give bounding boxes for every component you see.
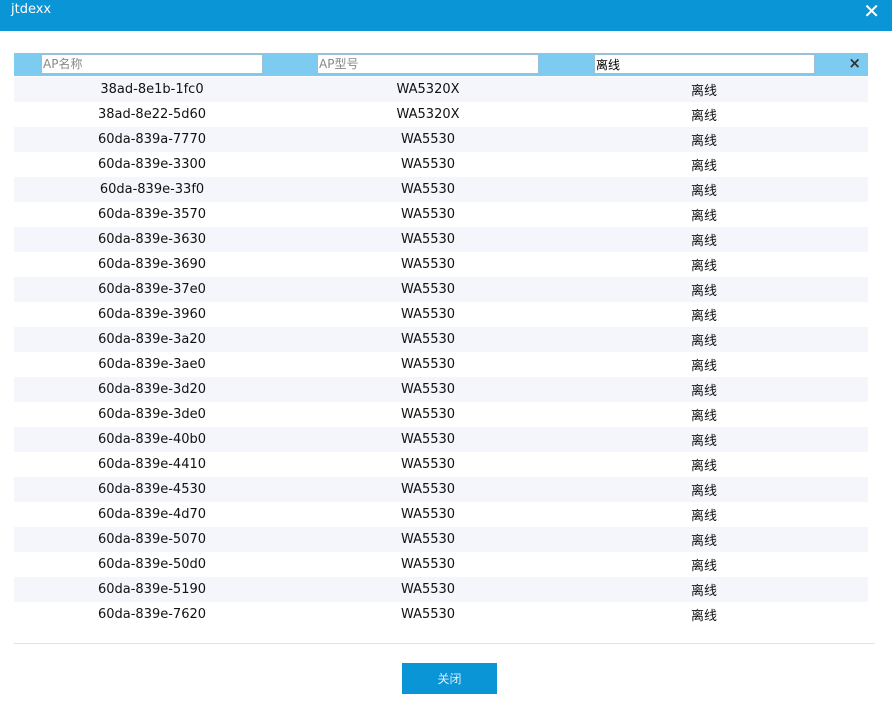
ap-name-cell: 60da-839e-3a20 (98, 332, 206, 347)
table-row[interactable]: 60da-839e-3a20 WA5530 离线 (14, 327, 868, 352)
ap-name-cell: 60da-839e-40b0 (97, 432, 207, 447)
ap-status-cell: 离线 (690, 334, 717, 349)
ap-model-cell: WA5530 (400, 257, 456, 272)
ap-status-cell: 离线 (690, 159, 717, 174)
ap-model-cell: WA5530 (400, 332, 456, 347)
table-row[interactable]: 60da-839e-3570 WA5530 离线 (14, 202, 868, 227)
ap-name-cell: 60da-839e-7620 (97, 607, 207, 622)
ap-name-cell: 60da-839e-3630 (97, 232, 207, 247)
table-row[interactable]: 60da-839e-37e0 WA5530 离线 (14, 277, 868, 302)
ap-name-cell: 60da-839e-33f0 (99, 182, 205, 197)
table-row[interactable]: 60da-839e-3690 WA5530 离线 (14, 252, 868, 277)
table-row[interactable]: 60da-839e-4d70 WA5530 离线 (14, 502, 868, 527)
window-title: jtdexx (11, 2, 52, 17)
ap-status-cell: 离线 (690, 309, 717, 324)
ap-model-cell: WA5530 (400, 532, 456, 547)
ap-model-cell: WA5320X (396, 82, 460, 97)
table-row[interactable]: 60da-839a-7770 WA5530 离线 (14, 127, 868, 152)
ap-name-cell: 60da-839e-3300 (97, 157, 207, 172)
ap-status-cell: 离线 (690, 109, 717, 124)
ap-model-cell: WA5530 (400, 157, 456, 172)
ap-model-cell: WA5530 (400, 132, 456, 147)
ap-model-cell: WA5530 (400, 282, 456, 297)
ap-model-cell: WA5530 (400, 207, 456, 222)
ap-status-cell: 离线 (690, 409, 717, 424)
ap-model-cell: WA5530 (400, 407, 456, 422)
ap-name-cell: 38ad-8e1b-1fc0 (100, 82, 204, 97)
ap-model-cell: WA5530 (400, 582, 456, 597)
ap-name-cell: 60da-839e-3d20 (97, 382, 207, 397)
ap-model-filter-input[interactable] (317, 54, 539, 74)
ap-name-cell: 60da-839e-3570 (97, 207, 207, 222)
table-row[interactable]: 60da-839e-5190 WA5530 离线 (14, 577, 868, 602)
ap-status-cell: 离线 (690, 459, 717, 474)
ap-model-cell: WA5530 (400, 482, 456, 497)
ap-name-cell: 60da-839e-5070 (97, 532, 207, 547)
ap-status-cell: 离线 (690, 384, 717, 399)
table-row[interactable]: 60da-839e-3300 WA5530 离线 (14, 152, 868, 177)
ap-status-cell: 离线 (690, 434, 717, 449)
ap-name-filter-input[interactable] (41, 54, 263, 74)
ap-status-cell: 离线 (690, 84, 717, 99)
table-row[interactable]: 60da-839e-3ae0 WA5530 离线 (14, 352, 868, 377)
ap-name-cell: 38ad-8e22-5d60 (97, 107, 207, 122)
ap-name-cell: 60da-839e-4410 (97, 457, 207, 472)
ap-model-cell: WA5530 (400, 182, 456, 197)
ap-name-cell: 60da-839e-50d0 (97, 557, 207, 572)
ap-name-cell: 60da-839e-3960 (97, 307, 207, 322)
table-row[interactable]: 60da-839e-7620 WA5530 离线 (14, 602, 868, 627)
table-row[interactable]: 60da-839e-40b0 WA5530 离线 (14, 427, 868, 452)
title-bar: jtdexx ✕ (0, 0, 892, 31)
ap-name-cell: 60da-839e-3ae0 (98, 357, 206, 372)
ap-status-cell: 离线 (690, 509, 717, 524)
ap-status-cell: 离线 (690, 259, 717, 274)
ap-name-cell: 60da-839e-4530 (97, 482, 207, 497)
table-row[interactable]: 60da-839e-3d20 WA5530 离线 (14, 377, 868, 402)
table-row[interactable]: 60da-839e-33f0 WA5530 离线 (14, 177, 868, 202)
ap-status-cell: 离线 (690, 609, 717, 624)
ap-table: 38ad-8e1b-1fc0 WA5320X 离线 38ad-8e22-5d60 WA5… (14, 77, 868, 627)
ap-model-cell: WA5530 (400, 307, 456, 322)
filter-row: × (14, 53, 868, 76)
table-row[interactable]: 60da-839e-5070 WA5530 离线 (14, 527, 868, 552)
ap-status-cell: 离线 (690, 559, 717, 574)
table-row[interactable]: 60da-839e-4530 WA5530 离线 (14, 477, 868, 502)
ap-status-cell: 离线 (690, 359, 717, 374)
ap-name-cell: 60da-839e-3de0 (98, 407, 206, 422)
close-button[interactable]: 关闭 (402, 663, 497, 694)
ap-model-cell: WA5530 (400, 557, 456, 572)
ap-status-cell: 离线 (690, 209, 717, 224)
ap-status-cell: 离线 (690, 284, 717, 299)
status-filter-input[interactable] (594, 54, 815, 74)
ap-status-cell: 离线 (690, 484, 717, 499)
table-row[interactable]: 60da-839e-3630 WA5530 离线 (14, 227, 868, 252)
table-row[interactable]: 60da-839e-4410 WA5530 离线 (14, 452, 868, 477)
ap-status-cell: 离线 (690, 134, 717, 149)
ap-name-cell: 60da-839e-4d70 (97, 507, 207, 522)
table-row[interactable]: 38ad-8e1b-1fc0 WA5320X 离线 (14, 77, 868, 102)
ap-name-cell: 60da-839e-3690 (97, 257, 207, 272)
ap-model-cell: WA5530 (400, 232, 456, 247)
clear-filter-icon[interactable]: × (848, 54, 861, 72)
ap-model-cell: WA5530 (400, 357, 456, 372)
ap-status-cell: 离线 (690, 234, 717, 249)
ap-model-cell: WA5530 (400, 432, 456, 447)
ap-model-cell: WA5530 (400, 607, 456, 622)
ap-name-cell: 60da-839e-37e0 (98, 282, 206, 297)
table-row[interactable]: 60da-839e-3de0 WA5530 离线 (14, 402, 868, 427)
ap-model-cell: WA5530 (400, 457, 456, 472)
table-row[interactable]: 38ad-8e22-5d60 WA5320X 离线 (14, 102, 868, 127)
ap-status-cell: 离线 (690, 534, 717, 549)
table-row[interactable]: 60da-839e-50d0 WA5530 离线 (14, 552, 868, 577)
ap-model-cell: WA5530 (400, 382, 456, 397)
close-icon[interactable]: ✕ (863, 0, 880, 22)
table-row[interactable]: 60da-839e-3960 WA5530 离线 (14, 302, 868, 327)
ap-name-cell: 60da-839a-7770 (97, 132, 206, 147)
footer-divider (14, 643, 875, 644)
ap-model-cell: WA5530 (400, 507, 456, 522)
ap-status-cell: 离线 (690, 584, 717, 599)
ap-model-cell: WA5320X (396, 107, 460, 122)
ap-status-cell: 离线 (690, 184, 717, 199)
ap-name-cell: 60da-839e-5190 (97, 582, 207, 597)
